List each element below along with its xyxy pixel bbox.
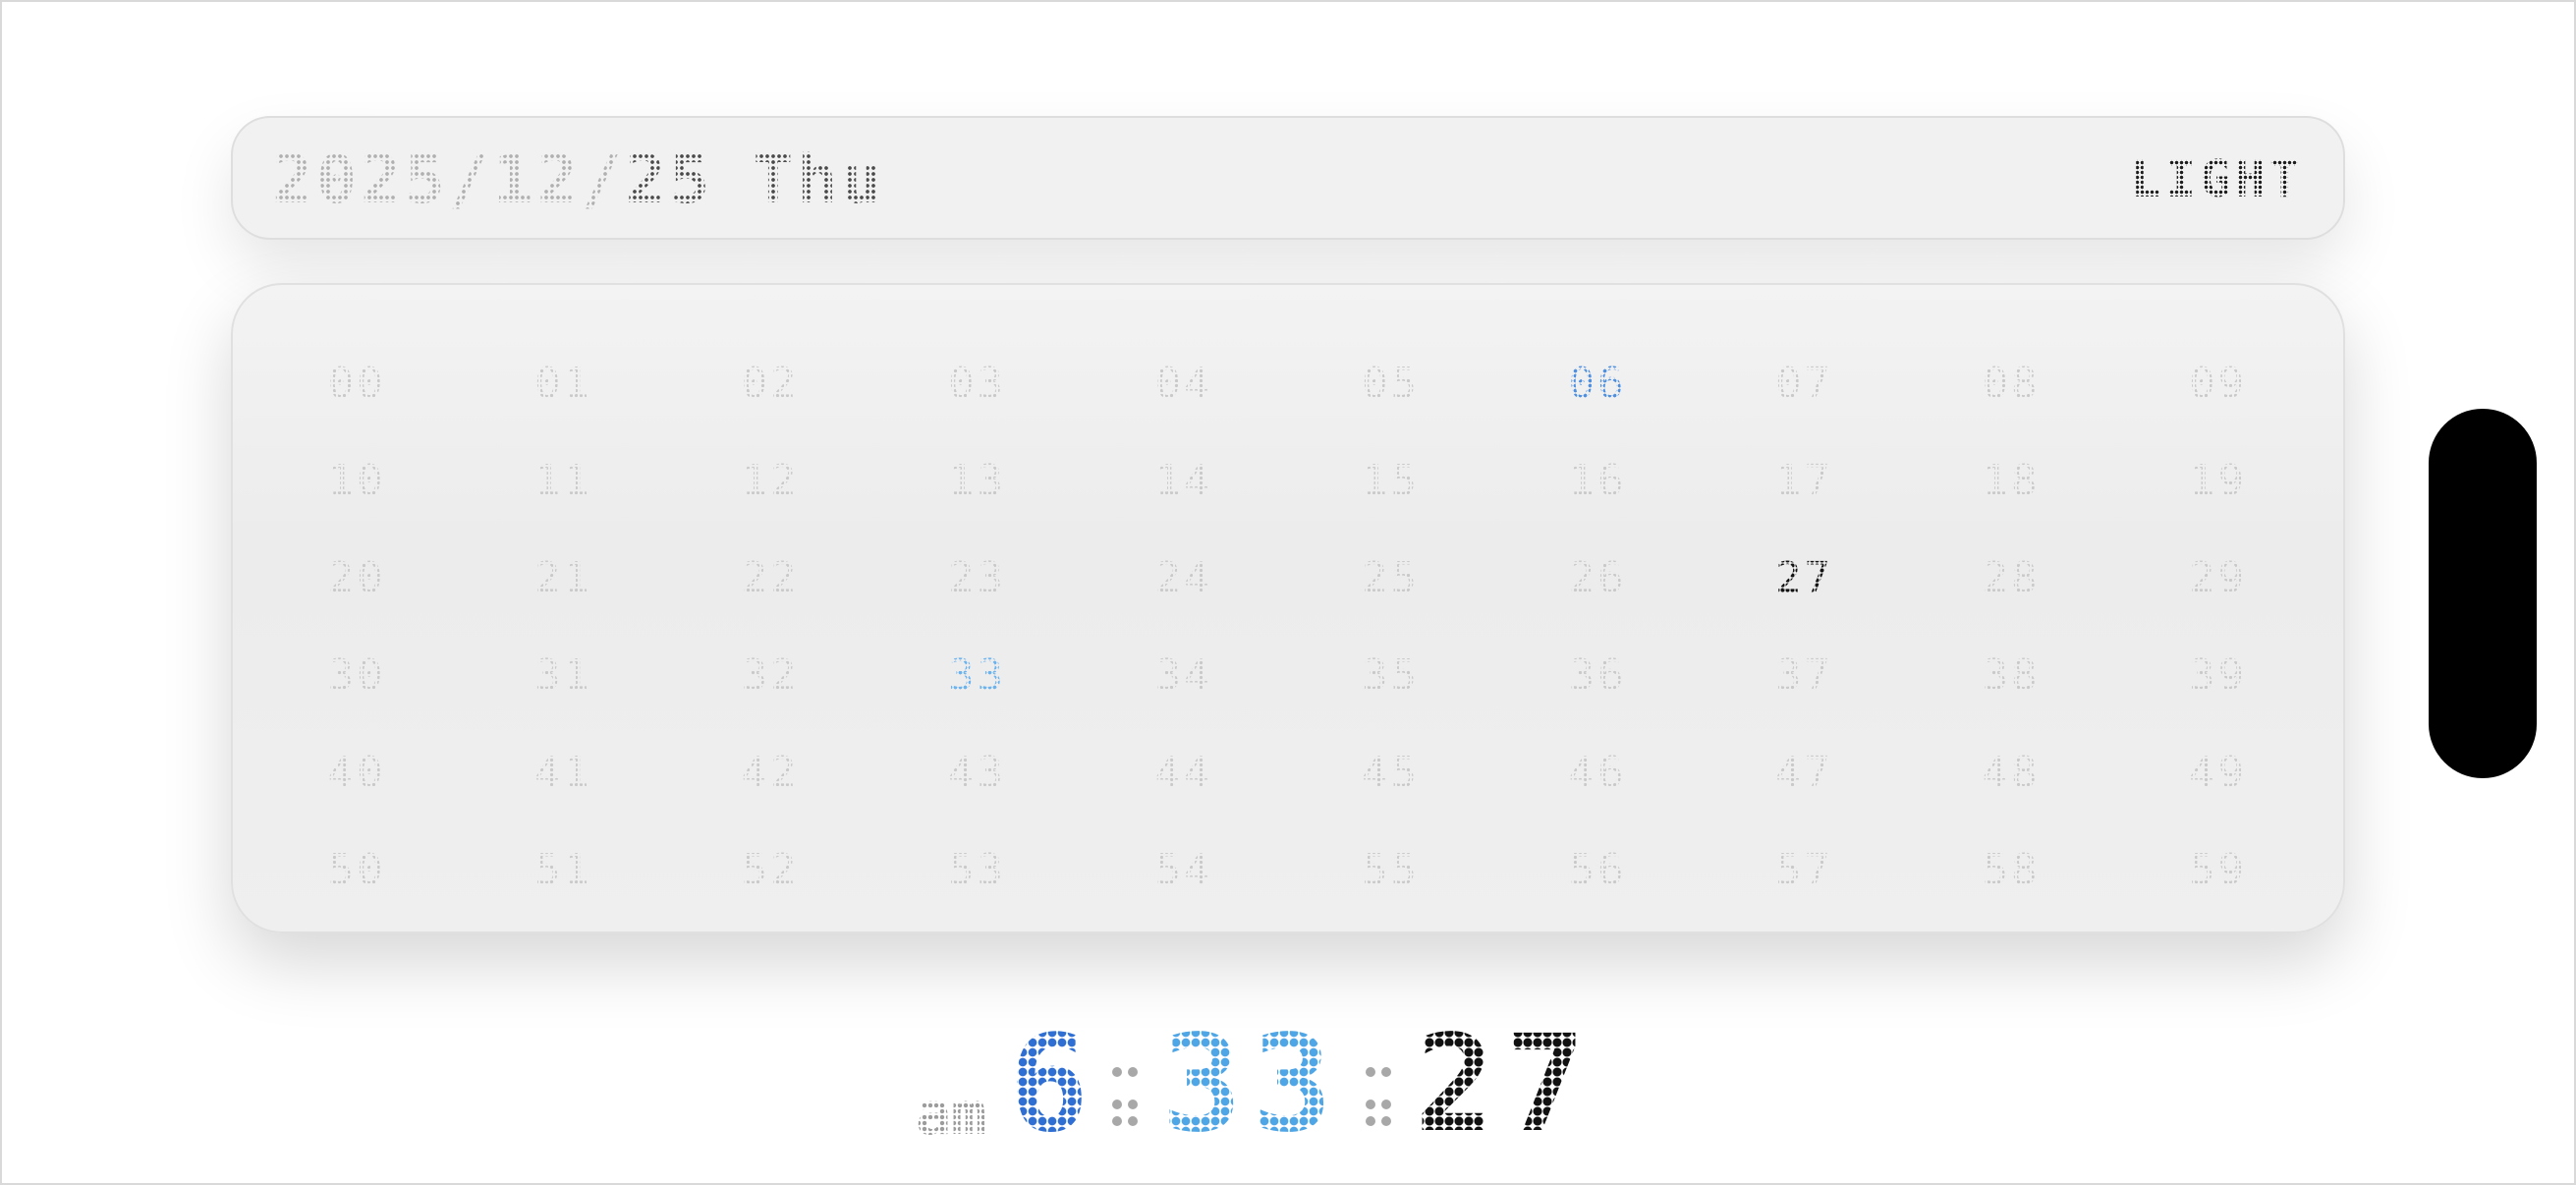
grid-cell: 46 [1539,743,1656,802]
grid-cell: 45 [1332,743,1450,802]
grid-cell: 02 [711,354,829,413]
grid-cell: 41 [505,743,623,802]
grid-cell: 39 [2159,646,2277,705]
grid-cell: 04 [1125,354,1243,413]
grid-cell: 49 [2159,743,2277,802]
grid-cell: 17 [1746,451,1864,510]
date-year-month: 2025/12/ [272,141,626,219]
grid-cell: 31 [505,646,623,705]
grid-cell: 09 [2159,354,2277,413]
grid-cell: 51 [505,840,623,899]
grid-cell: 18 [1952,451,2070,510]
grid-cell: 03 [919,354,1036,413]
grid-cell: 11 [505,451,623,510]
time-grid-panel: 00 01 02 03 04 05 06 07 08 09 10 11 12 13 14 15 16 17 18 19… [231,283,2345,933]
theme-label: LIGHT [2130,150,2304,209]
clock-hour: 6 [1008,1007,1090,1162]
grid-cell: 57 [1746,840,1864,899]
grid-cell: 43 [919,743,1036,802]
grid-cell: 28 [1952,548,2070,607]
date-header-bar: 2025/12/ 25 Thu LIGHT [231,116,2345,240]
grid-cell: 36 [1539,646,1656,705]
clock-second: 27 [1414,1007,1596,1162]
grid-cell: 12 [711,451,829,510]
grid-cell: 53 [919,840,1036,899]
number-grid: 00 01 02 03 04 05 06 07 08 09 10 11 12 13 14 15 16 17 18 19… [233,285,2343,931]
grid-cell: 26 [1539,548,1656,607]
grid-cell: 06 [1539,354,1656,413]
grid-cell: 34 [1125,646,1243,705]
grid-cell: 27 [1746,548,1864,607]
grid-cell: 55 [1332,840,1450,899]
grid-cell: 16 [1539,451,1656,510]
grid-cell: 30 [298,646,416,705]
grid-cell: 52 [711,840,829,899]
grid-cell: 54 [1125,840,1243,899]
grid-cell: 40 [298,743,416,802]
grid-cell: 14 [1125,451,1243,510]
grid-cell: 21 [505,548,623,607]
digital-clock: am 6 33 27 [916,1014,1596,1152]
grid-cell: 38 [1952,646,2070,705]
grid-cell: 00 [298,354,416,413]
date-day: 25 [625,141,714,219]
grid-cell: 29 [2159,548,2277,607]
grid-cell: 05 [1332,354,1450,413]
clock-minute: 33 [1161,1007,1342,1162]
theme-toggle-button[interactable]: LIGHT [2130,136,2304,224]
clock-colon-separator [1112,1067,1139,1126]
grid-cell: 33 [919,646,1036,705]
current-date: 2025/12/ 25 Thu [272,136,885,224]
grid-cell: 10 [298,451,416,510]
grid-cell: 47 [1746,743,1864,802]
ampm-indicator: am [916,1080,987,1149]
grid-cell: 48 [1952,743,2070,802]
grid-cell: 23 [919,548,1036,607]
grid-cell: 24 [1125,548,1243,607]
grid-cell: 01 [505,354,623,413]
grid-cell: 13 [919,451,1036,510]
grid-cell: 32 [711,646,829,705]
clock-colon-separator [1365,1067,1391,1126]
grid-cell: 44 [1125,743,1243,802]
grid-cell: 59 [2159,840,2277,899]
grid-cell: 42 [711,743,829,802]
grid-cell: 58 [1952,840,2070,899]
grid-cell: 50 [298,840,416,899]
grid-cell: 25 [1332,548,1450,607]
grid-cell: 20 [298,548,416,607]
grid-cell: 35 [1332,646,1450,705]
weekday-label: Thu [753,141,886,219]
side-drag-handle[interactable] [2429,409,2537,778]
grid-cell: 22 [711,548,829,607]
grid-cell: 08 [1952,354,2070,413]
grid-cell: 37 [1746,646,1864,705]
grid-cell: 56 [1539,840,1656,899]
grid-cell: 15 [1332,451,1450,510]
grid-cell: 07 [1746,354,1864,413]
grid-cell: 19 [2159,451,2277,510]
